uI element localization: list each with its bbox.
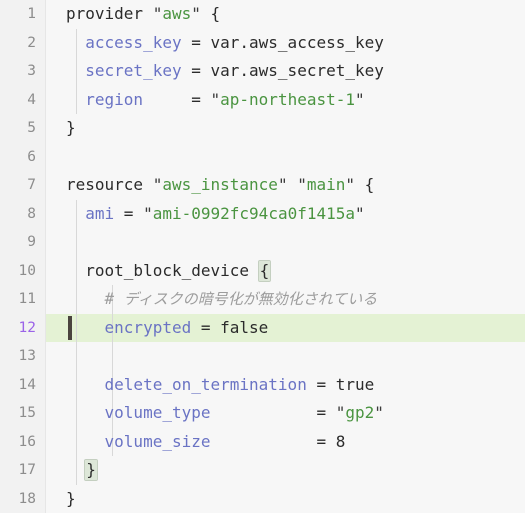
line-number: 17	[18, 462, 36, 478]
line-number: 15	[18, 405, 36, 421]
code-token-attr: secret_key	[85, 61, 182, 80]
code-token-attr: volume_size	[104, 431, 211, 451]
code-line[interactable]	[46, 143, 525, 172]
code-token-plain: {	[355, 175, 375, 194]
code-line[interactable]	[46, 228, 525, 257]
code-line[interactable]: delete_on_termination = true	[46, 371, 525, 400]
code-token-attr: delete_on_termination	[104, 374, 307, 394]
line-number: 8	[27, 205, 36, 222]
code-token-plain: }	[66, 118, 76, 137]
code-line[interactable]: root_block_device {	[46, 257, 525, 286]
code-token-plain: = true	[306, 374, 375, 394]
code-token-plain: = false	[191, 317, 269, 337]
code-token-str: main	[306, 175, 346, 194]
code-line[interactable]: volume_type = "gp2"	[46, 399, 525, 428]
code-token-punct: "	[345, 175, 356, 194]
code-token-str: ap-northeast-1	[220, 89, 355, 109]
code-token-str: gp2	[345, 403, 375, 422]
code-token-plain: = 8	[210, 431, 346, 451]
code-line[interactable]: }	[46, 456, 525, 485]
code-token-punct: "	[143, 203, 153, 223]
code-token-plain: =	[143, 89, 211, 109]
line-number: 6	[27, 148, 36, 165]
code-token-punct: "	[355, 203, 365, 223]
line-number: 5	[27, 120, 36, 136]
code-token-comment: #	[104, 289, 124, 308]
code-token-punct: "	[355, 89, 365, 109]
code-line[interactable]: # ディスクの暗号化が無効化されている	[46, 285, 525, 314]
line-number: 14	[18, 376, 36, 393]
code-token-plain: = var.aws_access_key	[181, 32, 384, 52]
text-caret	[68, 315, 72, 340]
code-line[interactable]	[46, 342, 525, 371]
code-token-punct: "	[374, 403, 384, 422]
code-line[interactable]: provider "aws" {	[46, 0, 525, 29]
code-line[interactable]: encrypted = false	[46, 314, 525, 343]
code-line[interactable]: volume_size = 8	[46, 428, 525, 457]
code-token-plain: provider	[66, 4, 153, 23]
code-token-str: ami-0992fc94ca0f1415a	[152, 203, 356, 223]
line-number: 1	[27, 6, 36, 22]
code-token-str: aws_instance	[162, 175, 278, 194]
code-line[interactable]: resource "aws_instance" "main" {	[46, 171, 525, 200]
line-number: 11	[18, 291, 36, 307]
bracket-match-highlight: {	[257, 259, 272, 282]
line-number: 13	[18, 348, 36, 364]
line-number: 7	[27, 177, 36, 193]
code-token-attr: volume_type	[104, 403, 211, 422]
code-token-plain: = var.aws_secret_key	[181, 61, 384, 80]
line-number: 18	[18, 490, 36, 507]
code-token-punct: "	[152, 4, 163, 23]
code-content[interactable]: provider "aws" { access_key = var.aws_ac…	[46, 0, 525, 513]
line-number: 16	[18, 433, 36, 450]
code-token-punct: "	[277, 175, 288, 194]
code-line[interactable]: secret_key = var.aws_secret_key	[46, 57, 525, 86]
code-line[interactable]: ami = "ami-0992fc94ca0f1415a"	[46, 200, 525, 229]
code-token-punct: "	[152, 175, 163, 194]
line-number: 3	[27, 63, 36, 79]
code-line[interactable]: access_key = var.aws_access_key	[46, 29, 525, 58]
code-line[interactable]: }	[46, 114, 525, 143]
code-token-plain: =	[210, 403, 336, 422]
code-token-attr: region	[85, 89, 144, 109]
code-token-str: aws	[162, 4, 192, 23]
code-line[interactable]: region = "ap-northeast-1"	[46, 86, 525, 115]
code-token-plain: =	[114, 203, 144, 223]
line-number: 4	[27, 91, 36, 108]
code-token-attr: encrypted	[104, 317, 192, 337]
line-number: 10	[18, 262, 36, 279]
code-token-plain: }	[66, 488, 76, 508]
code-token-plain: resource	[66, 175, 153, 194]
code-token-plain: root_block_device	[66, 260, 259, 280]
code-token-punct: "	[335, 403, 346, 422]
bracket-match-highlight: }	[84, 459, 98, 481]
code-token-attr: access_key	[85, 32, 182, 52]
code-editor[interactable]: provider "aws" { access_key = var.aws_ac…	[0, 0, 525, 513]
line-number: 2	[27, 34, 36, 51]
code-token-punct: "	[297, 175, 307, 194]
code-token-punct: "	[191, 4, 201, 23]
gutter-divider	[45, 0, 46, 513]
line-number: 9	[27, 234, 36, 250]
code-token-plain: {	[200, 4, 221, 23]
code-token-attr: ami	[85, 203, 115, 223]
code-token-punct: "	[210, 89, 221, 109]
code-line[interactable]: }	[46, 485, 525, 513]
code-token-comment-jp: ディスクの暗号化が無効化されている	[123, 290, 378, 308]
line-number: 12	[18, 319, 36, 336]
